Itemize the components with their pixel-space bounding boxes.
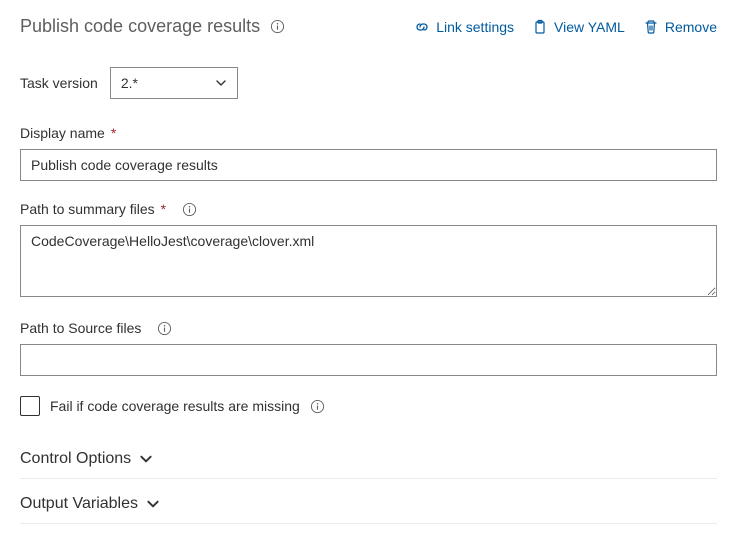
control-options-section[interactable]: Control Options xyxy=(20,440,717,479)
source-path-input[interactable] xyxy=(20,344,717,376)
chevron-down-icon xyxy=(139,452,153,466)
fail-if-missing-checkbox[interactable] xyxy=(20,396,40,416)
link-icon xyxy=(414,19,430,35)
remove-button[interactable]: Remove xyxy=(643,19,717,35)
task-version-value: 2.* xyxy=(121,75,138,91)
summary-path-label: Path to summary files xyxy=(20,201,155,217)
required-mark: * xyxy=(161,201,166,217)
info-icon[interactable] xyxy=(270,19,285,34)
control-options-label: Control Options xyxy=(20,450,131,468)
chevron-down-icon xyxy=(146,497,160,511)
info-icon[interactable] xyxy=(310,399,325,414)
task-version-select[interactable]: 2.* xyxy=(110,67,238,99)
source-path-label: Path to Source files xyxy=(20,320,141,336)
trash-icon xyxy=(643,19,659,35)
required-mark: * xyxy=(111,125,116,141)
page-title: Publish code coverage results xyxy=(20,16,260,37)
output-variables-section[interactable]: Output Variables xyxy=(20,485,717,524)
display-name-input[interactable] xyxy=(20,149,717,181)
view-yaml-button[interactable]: View YAML xyxy=(532,19,625,35)
header-actions: Link settings View YAML Remove xyxy=(414,19,717,35)
fail-if-missing-label: Fail if code coverage results are missin… xyxy=(50,398,300,414)
view-yaml-label: View YAML xyxy=(554,19,625,35)
chevron-down-icon xyxy=(215,77,227,89)
info-icon[interactable] xyxy=(157,321,172,336)
display-name-label: Display name xyxy=(20,125,105,141)
remove-label: Remove xyxy=(665,19,717,35)
info-icon[interactable] xyxy=(182,202,197,217)
link-settings-label: Link settings xyxy=(436,19,514,35)
clipboard-icon xyxy=(532,19,548,35)
link-settings-button[interactable]: Link settings xyxy=(414,19,514,35)
summary-path-input[interactable] xyxy=(20,225,717,297)
task-version-label: Task version xyxy=(20,75,98,91)
output-variables-label: Output Variables xyxy=(20,495,138,513)
